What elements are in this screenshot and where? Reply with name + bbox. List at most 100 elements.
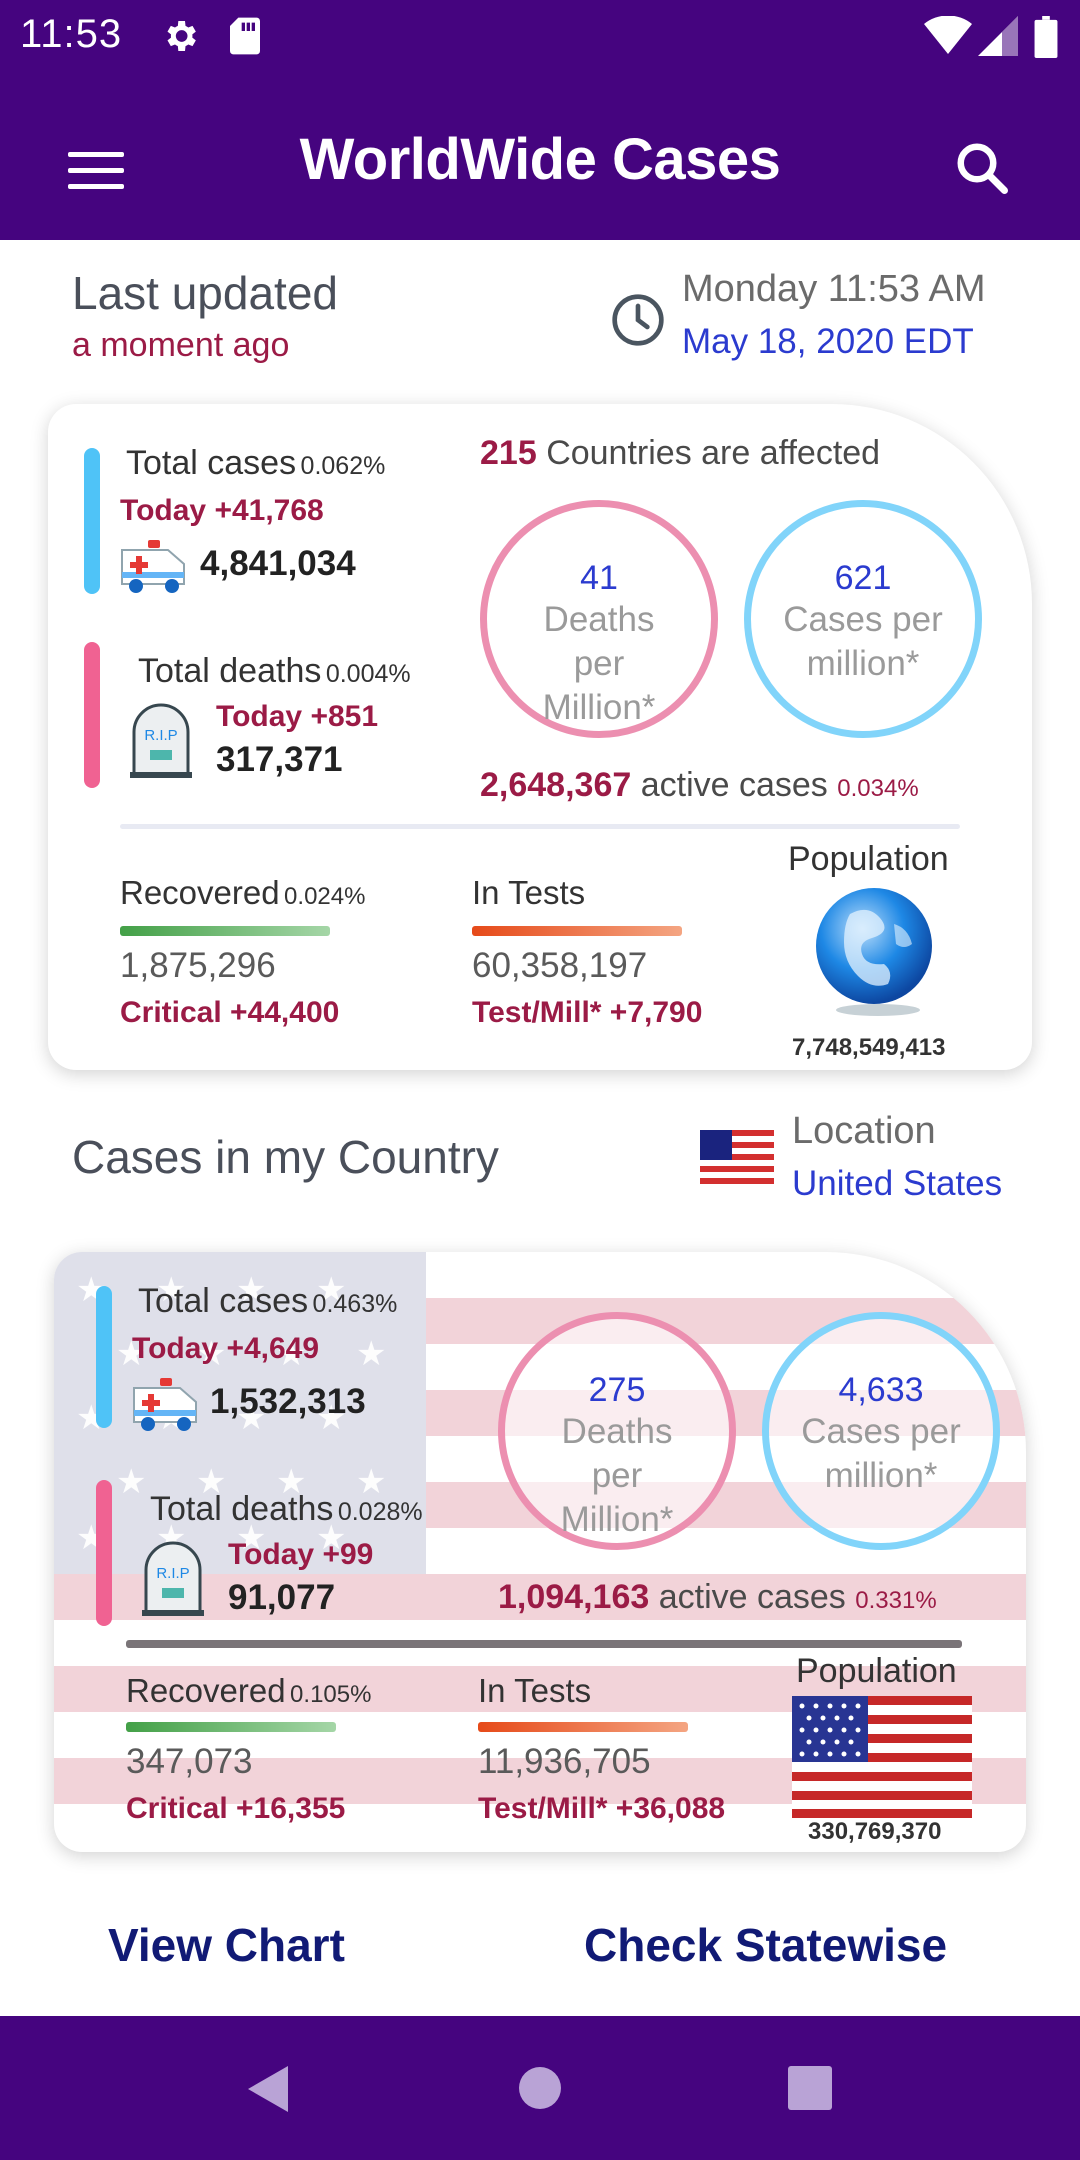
sd-card-icon — [230, 17, 260, 55]
deaths-bar — [84, 642, 100, 788]
deaths-bar — [96, 1480, 112, 1626]
total-cases-value: 4,841,034 — [200, 544, 356, 583]
total-cases-pct: 0.062% — [300, 452, 386, 480]
cases-per-million-ring: 621 Cases per million* — [744, 500, 982, 738]
back-icon[interactable] — [244, 2064, 290, 2114]
country-card: ★★ ★★ ★★ ★★ ★★ ★★ ★★ ★★ ★★ ★★ Total case… — [54, 1252, 1026, 1852]
active-cases-pct: 0.331% — [855, 1587, 937, 1614]
cases-per-million-label: Cases per million* — [783, 600, 943, 683]
total-deaths-value: 91,077 — [228, 1578, 336, 1617]
total-deaths-value: 317,371 — [216, 740, 343, 779]
total-deaths-label: Total deaths — [150, 1490, 334, 1528]
check-statewise-button[interactable]: Check Statewise — [584, 1918, 947, 1972]
svg-text:R.I.P: R.I.P — [144, 727, 177, 744]
active-cases-value: 2,648,367 — [480, 766, 632, 804]
total-deaths-label: Total deaths — [138, 652, 322, 690]
app-title: WorldWide Cases — [299, 127, 781, 192]
cases-per-million-value: 621 — [834, 559, 892, 597]
tests-bar — [478, 1722, 688, 1732]
us-flag-icon — [700, 1130, 774, 1186]
deaths-per-million-value: 275 — [588, 1371, 646, 1409]
home-icon[interactable] — [518, 2066, 562, 2110]
total-cases-pct: 0.463% — [312, 1290, 398, 1318]
us-flag-icon — [792, 1696, 972, 1818]
status-time: 11:53 — [20, 12, 123, 56]
signal-icon — [978, 16, 1018, 56]
globe-icon — [816, 888, 932, 1016]
recovered-value: 1,875,296 — [120, 946, 276, 985]
cases-bar — [84, 448, 100, 594]
test-per-million: Test/Mill* +36,088 — [478, 1792, 726, 1825]
location-value[interactable]: United States — [792, 1164, 1002, 1204]
population-label: Population — [796, 1652, 957, 1690]
location-label: Location — [792, 1110, 936, 1152]
total-cases-heading: Total cases 0.463% — [138, 1282, 397, 1321]
tests-value: 60,358,197 — [472, 946, 648, 985]
view-chart-button[interactable]: View Chart — [108, 1918, 345, 1972]
status-bar: 11:53 — [0, 0, 1080, 72]
worldwide-card: Total cases 0.062% Today +41,768 4,841,0… — [48, 404, 1032, 1070]
active-cases: 1,094,163 active cases 0.331% — [498, 1578, 937, 1617]
total-cases-today: Today +4,649 — [132, 1332, 320, 1365]
total-cases-label: Total cases — [126, 444, 297, 482]
total-deaths-today: Today +851 — [216, 700, 379, 733]
deaths-per-million-ring: 41 Deaths per Million* — [480, 500, 718, 738]
tests-label: In Tests — [478, 1672, 592, 1709]
app-bar: WorldWide Cases — [0, 72, 1080, 240]
deaths-per-million-ring: 275 Deaths per Million* — [498, 1312, 736, 1550]
cases-per-million-value: 4,633 — [838, 1371, 924, 1409]
recovered-bar — [126, 1722, 336, 1732]
ambulance-icon — [121, 540, 185, 593]
test-per-million: Test/Mill* +7,790 — [472, 996, 703, 1029]
deaths-per-million-label: Deaths per Million* — [560, 1412, 674, 1539]
active-cases-value: 1,094,163 — [498, 1578, 650, 1616]
navigation-bar — [0, 2016, 1080, 2160]
total-cases-today: Today +41,768 — [120, 494, 324, 527]
last-updated-date: May 18, 2020 EDT — [682, 322, 974, 361]
critical-value: Critical +44,400 — [120, 996, 340, 1029]
total-deaths-heading: Total deaths 0.028% — [150, 1490, 423, 1529]
countries-text: Countries are affected — [546, 434, 881, 472]
country-section-title: Cases in my Country — [72, 1131, 499, 1183]
gear-icon — [167, 21, 196, 51]
tombstone-icon: R.I.P — [130, 703, 192, 778]
svg-text:R.I.P: R.I.P — [156, 1565, 189, 1582]
battery-icon — [1034, 16, 1058, 58]
recovered-value: 347,073 — [126, 1742, 253, 1781]
total-cases-value: 1,532,313 — [210, 1382, 366, 1421]
tests-bar — [472, 926, 682, 936]
cases-bar — [96, 1286, 112, 1428]
total-deaths-pct: 0.028% — [337, 1498, 423, 1526]
total-cases-label: Total cases — [138, 1282, 309, 1320]
active-cases-pct: 0.034% — [837, 775, 919, 802]
total-deaths-pct: 0.004% — [325, 660, 411, 688]
active-cases-text: active cases — [658, 1578, 846, 1616]
countries-count: 215 — [480, 434, 537, 472]
total-cases-heading: Total cases 0.062% — [126, 444, 385, 483]
wifi-icon — [924, 16, 972, 54]
tests-value: 11,936,705 — [478, 1742, 651, 1781]
divider — [120, 824, 960, 829]
countries-affected: 215 Countries are affected — [480, 434, 880, 473]
recovered-heading: Recovered 0.024% — [120, 874, 365, 912]
last-updated-daytime: Monday 11:53 AM — [682, 268, 986, 310]
recovered-bar — [120, 926, 330, 936]
deaths-per-million-label: Deaths per Million* — [542, 600, 656, 727]
cases-per-million-ring: 4,633 Cases per million* — [762, 1312, 1000, 1550]
recovered-pct: 0.024% — [284, 883, 366, 910]
recovered-label: Recovered — [120, 874, 280, 911]
ambulance-icon — [133, 1378, 197, 1431]
critical-value: Critical +16,355 — [126, 1792, 346, 1825]
cases-per-million-label: Cases per million* — [801, 1412, 961, 1495]
last-updated-relative: a moment ago — [72, 326, 290, 364]
population-value: 330,769,370 — [808, 1818, 942, 1845]
clock-icon — [612, 294, 664, 346]
total-deaths-today: Today +99 — [228, 1538, 374, 1571]
search-icon[interactable] — [952, 138, 1012, 198]
active-cases: 2,648,367 active cases 0.034% — [480, 766, 919, 805]
tests-label: In Tests — [472, 874, 586, 911]
last-updated-label: Last updated — [72, 267, 339, 319]
population-label: Population — [788, 840, 949, 878]
recovered-pct: 0.105% — [290, 1681, 372, 1708]
recents-icon[interactable] — [788, 2066, 832, 2110]
